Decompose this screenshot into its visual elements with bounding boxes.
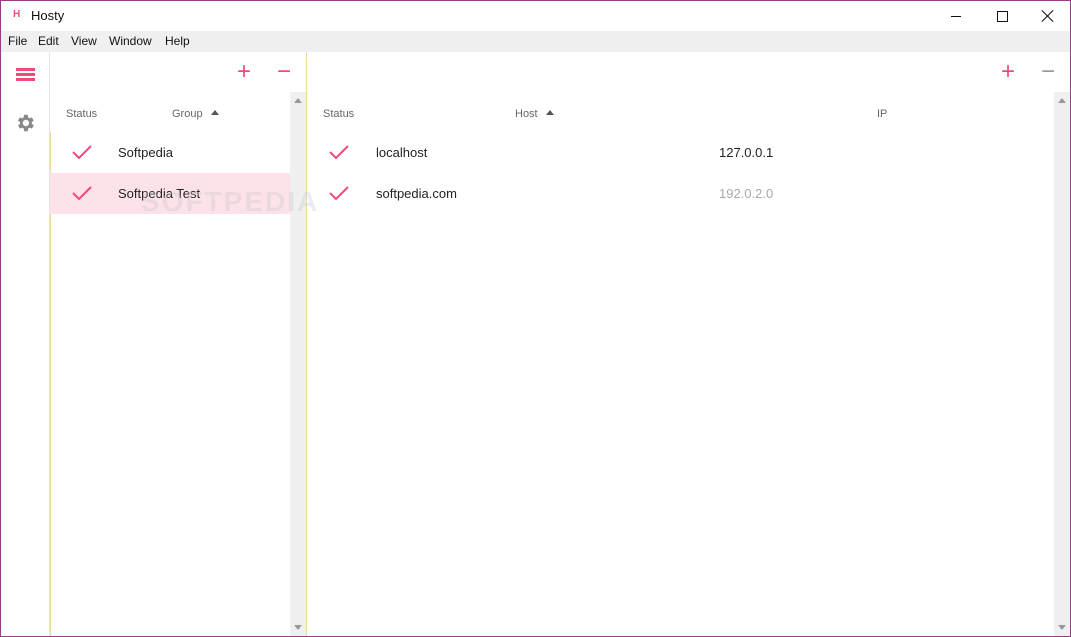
check-icon[interactable] <box>72 185 92 206</box>
window-title: Hosty <box>31 8 65 23</box>
group-header-label: Group <box>172 108 203 120</box>
hosts-status-header[interactable]: Status <box>323 108 354 120</box>
host-name: softpedia.com <box>376 186 457 201</box>
gear-icon[interactable] <box>14 112 36 139</box>
menu-bar: File Edit View Window Help <box>1 31 1070 52</box>
maximize-icon <box>996 10 1008 22</box>
check-icon[interactable] <box>329 185 349 206</box>
minimize-button[interactable] <box>933 1 979 31</box>
title-bar[interactable]: H Hosty <box>1 1 1070 31</box>
watermark: SOFTPEDIA <box>141 186 320 217</box>
menu-file[interactable]: File <box>8 34 27 48</box>
menu-help[interactable]: Help <box>165 34 190 48</box>
scroll-down-icon[interactable] <box>1058 625 1066 630</box>
groups-panel: + − Status Group Softpedia Softpedia Tes… <box>50 52 307 636</box>
host-ip: 192.0.2.0 <box>719 186 774 201</box>
menu-view[interactable]: View <box>71 34 97 48</box>
sidebar <box>1 52 50 636</box>
host-row[interactable]: softpedia.com 192.0.2.0 <box>307 173 1047 214</box>
remove-host-button[interactable]: − <box>1041 60 1055 84</box>
host-name: localhost <box>376 145 428 160</box>
check-icon[interactable] <box>72 144 92 165</box>
sort-ascending-icon <box>545 110 554 115</box>
group-row[interactable]: Softpedia <box>50 132 290 173</box>
host-ip: 127.0.0.1 <box>719 145 774 160</box>
sort-ascending-icon <box>210 110 219 115</box>
hosts-host-header[interactable]: Host <box>515 108 554 120</box>
minimize-icon <box>951 15 961 17</box>
group-name: Softpedia <box>118 145 173 160</box>
add-host-button[interactable]: + <box>1001 60 1015 84</box>
groups-group-header[interactable]: Group <box>172 108 219 120</box>
add-group-button[interactable]: + <box>237 60 251 84</box>
host-header-label: Host <box>515 108 538 120</box>
maximize-button[interactable] <box>979 1 1025 31</box>
host-row[interactable]: localhost 127.0.0.1 <box>307 132 1047 173</box>
check-icon[interactable] <box>329 144 349 165</box>
hosts-panel: + − Status Host IP localhost 127.0.0.1 s… <box>307 52 1070 636</box>
list-icon[interactable] <box>16 68 35 83</box>
app-logo-icon: H <box>13 9 21 20</box>
groups-status-header[interactable]: Status <box>66 108 97 120</box>
scroll-down-icon[interactable] <box>294 625 302 630</box>
scroll-up-icon[interactable] <box>294 98 302 103</box>
menu-window[interactable]: Window <box>109 34 152 48</box>
app-window: H Hosty File Edit View Window Help + − S… <box>0 0 1071 637</box>
remove-group-button[interactable]: − <box>277 60 291 84</box>
hosts-ip-header[interactable]: IP <box>877 108 887 120</box>
close-button[interactable] <box>1025 1 1070 31</box>
scroll-up-icon[interactable] <box>1058 98 1066 103</box>
menu-edit[interactable]: Edit <box>38 34 59 48</box>
hosts-scrollbar[interactable] <box>1054 92 1070 636</box>
groups-scrollbar[interactable] <box>290 92 306 636</box>
close-icon <box>1042 10 1054 22</box>
